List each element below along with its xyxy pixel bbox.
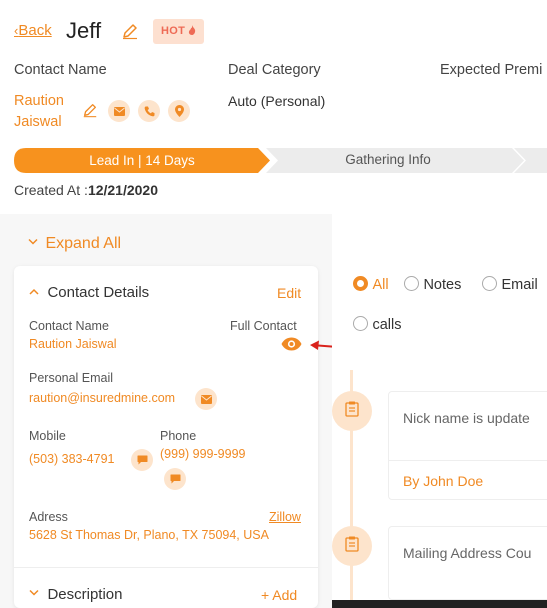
created-at-label: Created At : [14, 182, 88, 198]
deal-category-value: Auto (Personal) [228, 93, 326, 109]
radio-calls-icon [353, 316, 368, 331]
timeline-card-1[interactable]: Nick name is update By John Doe [388, 391, 547, 500]
zillow-link[interactable]: Zillow [269, 510, 301, 524]
expand-all-label: Expand All [45, 235, 122, 252]
timeline-card-2-text: Mailing Address Cou [403, 545, 532, 561]
hot-label: HOT [161, 25, 186, 37]
personal-email-value[interactable]: raution@insuredmine.com [29, 391, 175, 405]
mobile-label: Mobile [29, 429, 66, 443]
back-link[interactable]: ‹Back [14, 22, 52, 39]
edit-button[interactable]: Edit [277, 285, 301, 301]
address-value[interactable]: 5628 St Thomas Dr, Plano, TX 75094, USA [29, 528, 269, 542]
deal-category-column-label: Deal Category [228, 62, 321, 78]
note-icon [345, 536, 359, 557]
filter-notes-label: Notes [423, 277, 462, 293]
mobile-chat-icon[interactable] [131, 449, 153, 471]
stage-gathering-info-label: Gathering Info [345, 152, 431, 167]
radio-all-icon [353, 276, 368, 291]
send-email-icon[interactable] [195, 388, 217, 410]
filter-calls-label: calls [372, 317, 402, 333]
edit-contact-icon[interactable] [82, 102, 98, 123]
hot-badge: HOT [153, 19, 205, 44]
location-icon[interactable] [168, 100, 190, 122]
note-icon [345, 401, 359, 422]
section-divider [14, 567, 318, 568]
timeline-card-1-text: Nick name is update [403, 410, 530, 426]
timeline-card-1-author: By John Doe [403, 473, 484, 489]
filter-email[interactable]: Email [482, 276, 538, 296]
activity-filter-panel [332, 232, 547, 362]
timeline-node-2 [332, 526, 372, 566]
expected-premium-column-label: Expected Premi [440, 62, 543, 78]
created-at-value: 12/21/2020 [87, 182, 159, 198]
eye-icon[interactable] [281, 337, 302, 356]
add-description-button[interactable]: + Add [261, 587, 297, 603]
filter-notes[interactable]: Notes [404, 276, 461, 296]
timeline-node-1 [332, 391, 372, 431]
description-title: Description [47, 586, 123, 603]
filter-all-label: All [372, 277, 389, 293]
expand-all-button[interactable]: Expand All [28, 235, 121, 253]
contact-details-toggle[interactable]: Contact Details [29, 284, 149, 302]
created-at: Created At :12/21/2020 [14, 182, 158, 198]
chevron-up-icon [29, 284, 39, 301]
contact-name-label: Contact Name [29, 319, 109, 333]
email-icon[interactable] [108, 100, 130, 122]
contact-details-title: Contact Details [47, 284, 150, 301]
phone-chat-icon[interactable] [164, 468, 186, 490]
chevron-down-icon [29, 586, 39, 603]
address-label: Adress [29, 510, 68, 524]
contact-name-column-label: Contact Name [14, 62, 107, 78]
filter-calls[interactable]: calls [353, 316, 401, 336]
full-contact-label: Full Contact [230, 319, 297, 333]
page-title: Jeff [66, 18, 102, 43]
timeline-card-2[interactable]: Mailing Address Cou [388, 526, 547, 600]
back-label: Back [18, 22, 52, 39]
stage-lead-in-label: Lead In | 14 Days [89, 153, 195, 168]
radio-email-icon [482, 276, 497, 291]
contact-last-name: Jaiswal [14, 114, 62, 130]
timeline-card-divider [389, 460, 547, 461]
radio-notes-icon [404, 276, 419, 291]
description-toggle[interactable]: Description [29, 586, 122, 604]
phone-value[interactable]: (999) 999-9999 [160, 447, 245, 461]
chevron-down-icon [28, 235, 38, 252]
contact-name-link[interactable]: Raution Jaiswal [14, 91, 76, 133]
phone-label: Phone [160, 429, 197, 443]
contact-name-value[interactable]: Raution Jaiswal [29, 337, 117, 351]
mobile-value[interactable]: (503) 383-4791 [29, 452, 114, 466]
edit-title-icon[interactable] [121, 22, 139, 40]
contact-first-name: Raution [14, 93, 64, 109]
filter-all[interactable]: All [353, 276, 389, 296]
phone-icon[interactable] [138, 100, 160, 122]
flame-icon [185, 25, 196, 37]
filter-email-label: Email [501, 277, 538, 293]
personal-email-label: Personal Email [29, 371, 114, 385]
bottom-bar [332, 600, 547, 608]
